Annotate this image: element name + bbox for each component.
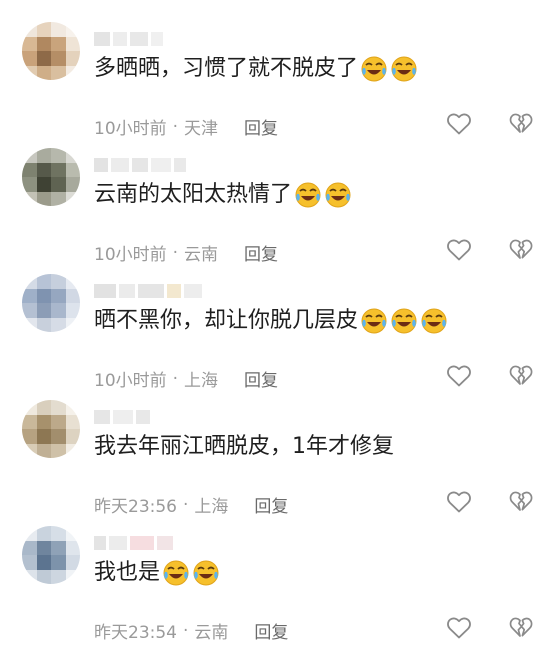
heart-outline-icon[interactable]	[446, 616, 472, 640]
comment-location: 天津	[184, 119, 219, 139]
comment-time: 昨天23:54	[94, 623, 177, 643]
broken-heart-outline-icon[interactable]	[509, 616, 533, 640]
comment-text-content: 晒不黑你，却让你脱几层皮	[94, 308, 359, 333]
reply-button[interactable]: 回复	[244, 114, 278, 139]
comment-time: 10小时前	[94, 245, 167, 265]
meta-separator: ·	[183, 494, 189, 515]
comment-item: 多晒晒，习惯了就不脱皮了 10小时前 · 天津 回复	[0, 22, 543, 148]
laughing-tears-emoji-icon	[163, 560, 189, 586]
avatar[interactable]	[22, 148, 80, 206]
comment-location: 上海	[194, 497, 229, 517]
comment-text: 多晒晒，习惯了就不脱皮了	[94, 54, 420, 84]
comment-meta: 10小时前 · 上海 回复	[94, 366, 278, 392]
broken-heart-outline-icon[interactable]	[509, 490, 533, 514]
comment-text: 晒不黑你，却让你脱几层皮	[94, 306, 450, 336]
emoji-group	[294, 181, 354, 209]
avatar[interactable]	[22, 274, 80, 332]
broken-heart-outline-icon[interactable]	[509, 238, 533, 262]
broken-heart-outline-icon[interactable]	[509, 112, 533, 136]
comment-meta: 10小时前 · 天津 回复	[94, 114, 278, 140]
comment-location: 上海	[184, 371, 219, 391]
comment-item: 云南的太阳太热情了 10小时前 · 云南 回复	[0, 148, 543, 274]
comment-item: 我去年丽江晒脱皮，1年才修复 昨天23:56 · 上海 回复	[0, 400, 543, 526]
heart-outline-icon[interactable]	[446, 112, 472, 136]
comment-text-content: 多晒晒，习惯了就不脱皮了	[94, 56, 359, 81]
comment-text-content: 我去年丽江晒脱皮，1年才修复	[94, 434, 394, 459]
laughing-tears-emoji-icon	[193, 560, 219, 586]
reply-button[interactable]: 回复	[244, 366, 278, 391]
meta-separator: ·	[172, 242, 179, 263]
laughing-tears-emoji-icon	[325, 182, 351, 208]
comment-time: 昨天23:56	[94, 497, 177, 517]
comment-item: 我也是 昨天23:54 · 云南 回复	[0, 526, 543, 652]
laughing-tears-emoji-icon	[391, 56, 417, 82]
broken-heart-outline-icon[interactable]	[509, 364, 533, 388]
heart-outline-icon[interactable]	[446, 490, 472, 514]
comment-text: 我去年丽江晒脱皮，1年才修复	[94, 432, 394, 462]
meta-separator: ·	[183, 620, 189, 641]
heart-outline-icon[interactable]	[446, 364, 472, 388]
meta-separator: ·	[172, 368, 179, 389]
username-blurred[interactable]	[94, 32, 163, 46]
meta-separator: ·	[172, 116, 179, 137]
username-blurred[interactable]	[94, 284, 202, 298]
comment-meta: 10小时前 · 云南 回复	[94, 240, 278, 266]
username-blurred[interactable]	[94, 410, 150, 424]
comment-location: 云南	[184, 245, 219, 265]
comment-text: 我也是	[94, 558, 222, 588]
comment-meta: 昨天23:56 · 上海 回复	[94, 492, 288, 518]
reply-button[interactable]: 回复	[244, 240, 278, 265]
username-blurred[interactable]	[94, 536, 173, 550]
laughing-tears-emoji-icon	[391, 308, 417, 334]
comment-text-content: 我也是	[94, 560, 161, 585]
emoji-group	[360, 55, 420, 83]
laughing-tears-emoji-icon	[361, 308, 387, 334]
heart-outline-icon[interactable]	[446, 238, 472, 262]
comment-item: 晒不黑你，却让你脱几层皮 10小时前 · 上海 回复	[0, 274, 543, 400]
reply-button[interactable]: 回复	[254, 492, 288, 517]
avatar[interactable]	[22, 400, 80, 458]
emoji-group	[360, 307, 450, 335]
laughing-tears-emoji-icon	[361, 56, 387, 82]
comment-time: 10小时前	[94, 371, 167, 391]
emoji-group	[162, 559, 222, 587]
avatar[interactable]	[22, 526, 80, 584]
comment-text-content: 云南的太阳太热情了	[94, 182, 293, 207]
avatar[interactable]	[22, 22, 80, 80]
comment-time: 10小时前	[94, 119, 167, 139]
username-blurred[interactable]	[94, 158, 186, 172]
comment-location: 云南	[194, 623, 229, 643]
comment-meta: 昨天23:54 · 云南 回复	[94, 618, 288, 644]
comment-text: 云南的太阳太热情了	[94, 180, 354, 210]
reply-button[interactable]: 回复	[254, 618, 288, 643]
laughing-tears-emoji-icon	[421, 308, 447, 334]
laughing-tears-emoji-icon	[295, 182, 321, 208]
